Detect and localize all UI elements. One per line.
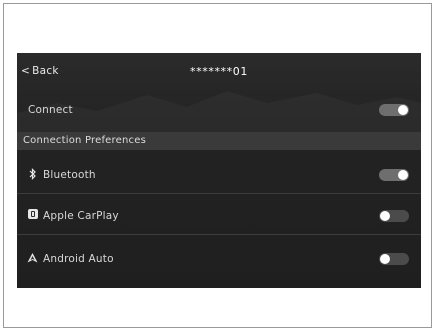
toggle-knob	[398, 170, 408, 180]
bluetooth-icon	[27, 168, 38, 180]
preference-row-android-auto[interactable]: Android Auto	[17, 241, 421, 277]
connection-preferences-header: Connection Preferences	[17, 132, 421, 150]
toggle-knob	[398, 105, 408, 115]
carplay-toggle[interactable]	[379, 210, 409, 222]
row-divider	[17, 193, 421, 194]
head-unit-screen: < Back *******01 Connect Connection Prefe…	[17, 53, 421, 288]
preference-row-carplay[interactable]: Apple CarPlay	[17, 198, 421, 234]
toggle-knob	[380, 211, 390, 221]
page-title: *******01	[190, 65, 248, 78]
row-divider	[17, 234, 421, 235]
preference-row-bluetooth[interactable]: Bluetooth	[17, 157, 421, 193]
android-auto-icon	[27, 252, 38, 264]
connect-toggle[interactable]	[379, 104, 409, 116]
connect-label: Connect	[28, 104, 73, 116]
bluetooth-toggle[interactable]	[379, 169, 409, 181]
connect-row[interactable]: Connect	[17, 92, 421, 128]
toggle-knob	[380, 254, 390, 264]
section-title: Connection Preferences	[23, 135, 146, 146]
carplay-icon	[27, 209, 38, 221]
android-auto-label: Android Auto	[43, 253, 114, 265]
carplay-label: Apple CarPlay	[43, 210, 119, 222]
bluetooth-label: Bluetooth	[43, 169, 96, 181]
top-bar: < Back *******01	[17, 53, 421, 89]
android-auto-toggle[interactable]	[379, 253, 409, 265]
